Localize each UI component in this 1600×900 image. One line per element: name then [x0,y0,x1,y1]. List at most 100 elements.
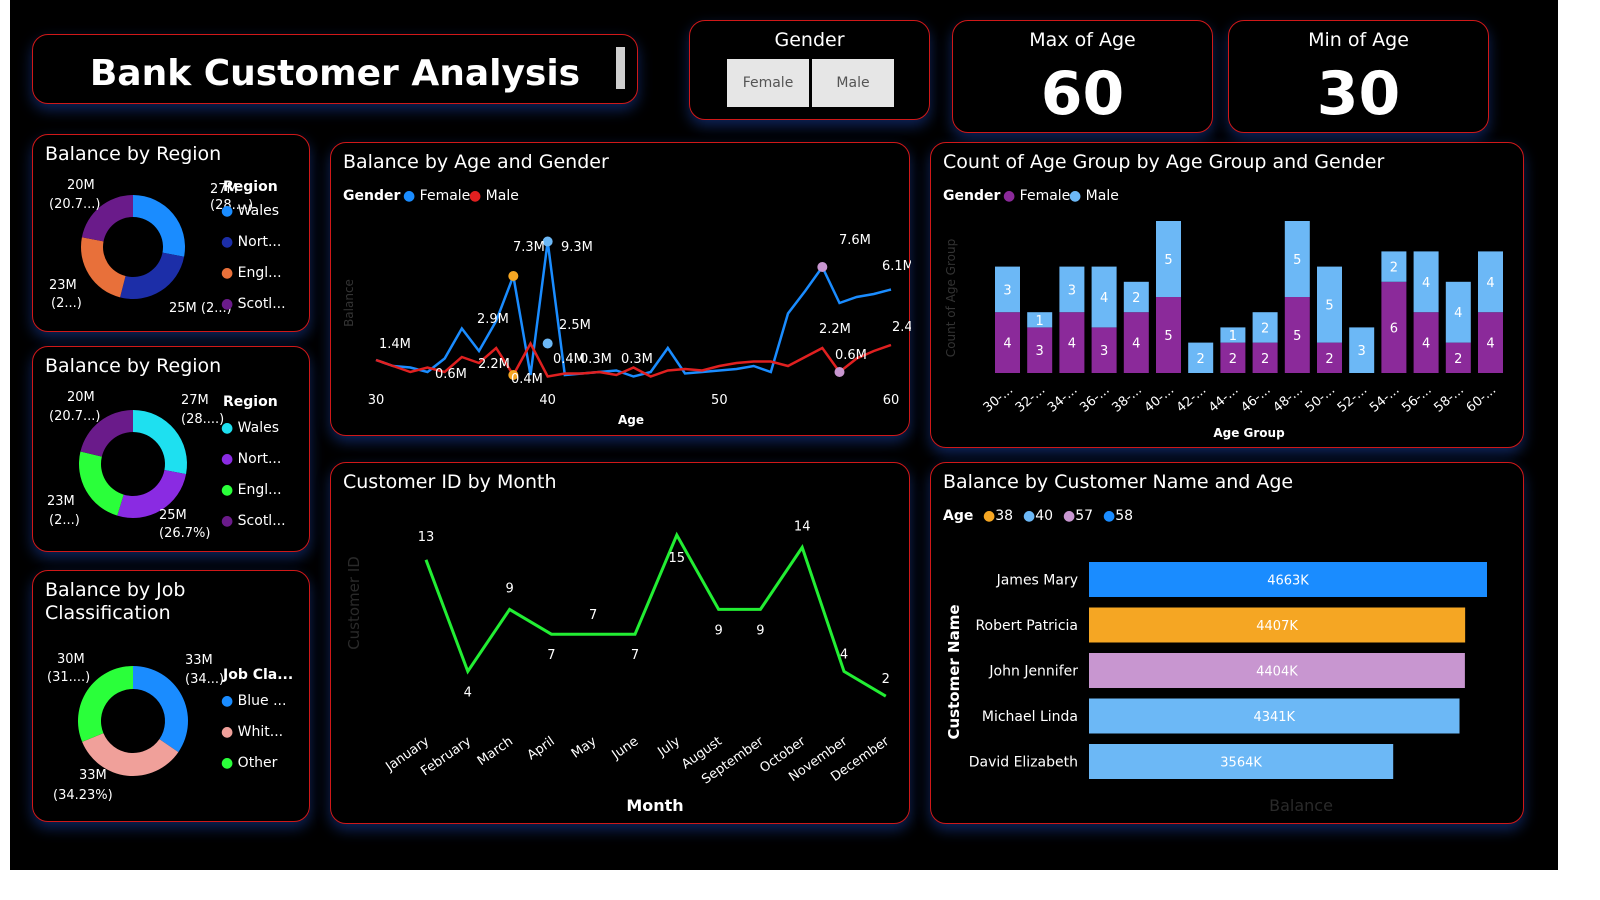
donut-slice[interactable] [133,195,185,257]
legend-label: Wales [237,420,279,436]
x-tick-label: 48-... [1270,383,1305,416]
kpi-label: Min of Age [1308,29,1409,51]
slicer-option-female[interactable]: Female [727,59,809,107]
legend-dot-icon: ● [221,482,238,498]
donut-slice[interactable] [81,237,126,298]
customer-balance-card: Balance by Customer Name and Age Age ●38 ●… [930,462,1524,824]
legend-label: Nort... [237,234,282,250]
data-label: 4 [840,647,848,662]
slice-label: 25M [159,508,187,523]
legend-item[interactable]: ● Blue ... [221,693,286,709]
bar-value-label: 2 [1390,261,1398,276]
legend-label: Whit... [237,724,284,740]
y-axis-label: Count of Age Group [944,239,958,357]
legend-label: Wales [237,203,279,219]
data-point[interactable] [817,262,828,272]
data-label: 4 [464,685,472,700]
data-label: 0.3M [580,352,612,367]
balance-by-age-gender-card: Balance by Age and Gender Gender ● Femal… [330,142,911,436]
bar-value-label: 2 [1325,352,1333,367]
gender-slicer: Gender Female Male [689,20,930,120]
legend-item[interactable]: ● Other [221,755,277,771]
data-label: 13 [418,530,435,545]
data-label: 7 [547,648,555,663]
x-tick-label: 60-... [1464,383,1499,416]
x-tick-label: 40-... [1142,383,1177,416]
donut-slice[interactable] [133,666,188,753]
bar-value-label: 1 [1036,314,1044,329]
data-point[interactable] [508,271,519,281]
bar-value-label: 4 [1422,276,1430,291]
slicer-option-male[interactable]: Male [812,59,894,107]
month-series-line[interactable] [424,531,887,698]
legend-item[interactable]: ● Wales [221,203,279,219]
x-tick-label: 32-... [1013,383,1048,416]
x-tick-label: 52-... [1335,383,1370,416]
x-tick-label: 40 [539,393,556,408]
balance-by-job-card: Balance by Job Classification 33M (34...… [32,570,310,822]
data-label: 9 [505,581,513,596]
y-axis-label: Customer ID [345,556,363,650]
balance-by-region-card-1: Balance by Region 27M (28....) 25M (2...… [32,134,310,332]
legend-label: Other [237,755,278,771]
bar-value-label: 4 [1068,337,1076,352]
data-label: 14 [794,519,811,534]
data-point[interactable] [542,338,553,349]
age-gender-line-chart: Balance Age 1.4M 0.6M 2.9M 2.2M 7.3M 9.3M 0.4M… [342,233,911,427]
bar-value-label: 3 [1036,344,1044,359]
y-axis-label: Balance [342,279,356,327]
dashboard-canvas: Bank Customer Analysis Gender Female Mal… [10,0,1558,870]
data-label: 0.6M [435,367,467,382]
data-label: 2.5M [559,318,591,333]
legend-item[interactable]: ● Whit... [221,724,283,740]
slice-label: 23M [47,494,75,509]
legend-item[interactable]: ● Nort... [221,234,281,250]
bar-value-label: 4 [1132,337,1140,352]
bar-value-label: 4 [1003,337,1011,352]
data-label: 9.3M [561,240,593,255]
slice-label: (26.7%) [159,526,210,541]
x-tick-label: 60 [883,393,900,408]
bar-value-label: 5 [1325,299,1333,314]
data-label: 2.4M [892,320,911,335]
data-label: 9 [714,623,722,638]
x-tick-label: 44-... [1206,383,1241,416]
legend-item[interactable]: ● Scotl... [221,513,286,529]
bar-value-label: 1 [1229,329,1237,344]
x-tick-label: June [609,734,642,763]
legend-item[interactable]: ● Engl... [221,265,282,281]
slice-label: 27M [181,393,209,408]
legend-label: Scotl... [237,296,286,312]
x-tick-label: 30 [368,393,385,408]
kpi-min-age: Min of Age 30 [1228,20,1489,133]
x-tick-label: 54-... [1367,383,1402,416]
donut-slice[interactable] [133,410,187,475]
donut-slice[interactable] [79,451,124,516]
bar-value-label: 3 [1358,344,1366,359]
bar-value-label: 5 [1164,253,1172,268]
bar-value-label: 4 [1486,337,1494,352]
legend-dot-icon: ● [221,265,238,281]
legend-item[interactable]: ● Scotl... [221,296,286,312]
x-tick-label: March [475,734,516,769]
bar-value-label: 2 [1261,321,1269,336]
data-point[interactable] [834,367,845,377]
customer-bar-chart: Customer Name Balance 4663K James Mary 440… [945,562,1487,815]
kpi-label: Max of Age [1029,29,1136,51]
data-label: 7.3M [513,240,545,255]
data-label: 2.9M [477,312,509,327]
legend-item[interactable]: ● Engl... [221,482,282,498]
x-tick-label: 34-... [1045,383,1080,416]
bar-value-label: 2 [1229,352,1237,367]
donut-slice[interactable] [120,252,185,299]
scrollbar[interactable] [616,47,625,89]
slice-label: (20.7...) [49,409,101,424]
x-tick-label: 36-... [1077,383,1112,416]
bar-value-label: 3564K [1220,756,1262,771]
legend-item[interactable]: ● Wales [221,420,279,436]
bar-value-label: 4 [1486,276,1494,291]
x-axis-label: Age [618,413,644,427]
slice-label: (28....) [181,412,224,427]
legend-dot-icon: ● [221,693,238,709]
legend-item[interactable]: ● Nort... [221,451,281,467]
